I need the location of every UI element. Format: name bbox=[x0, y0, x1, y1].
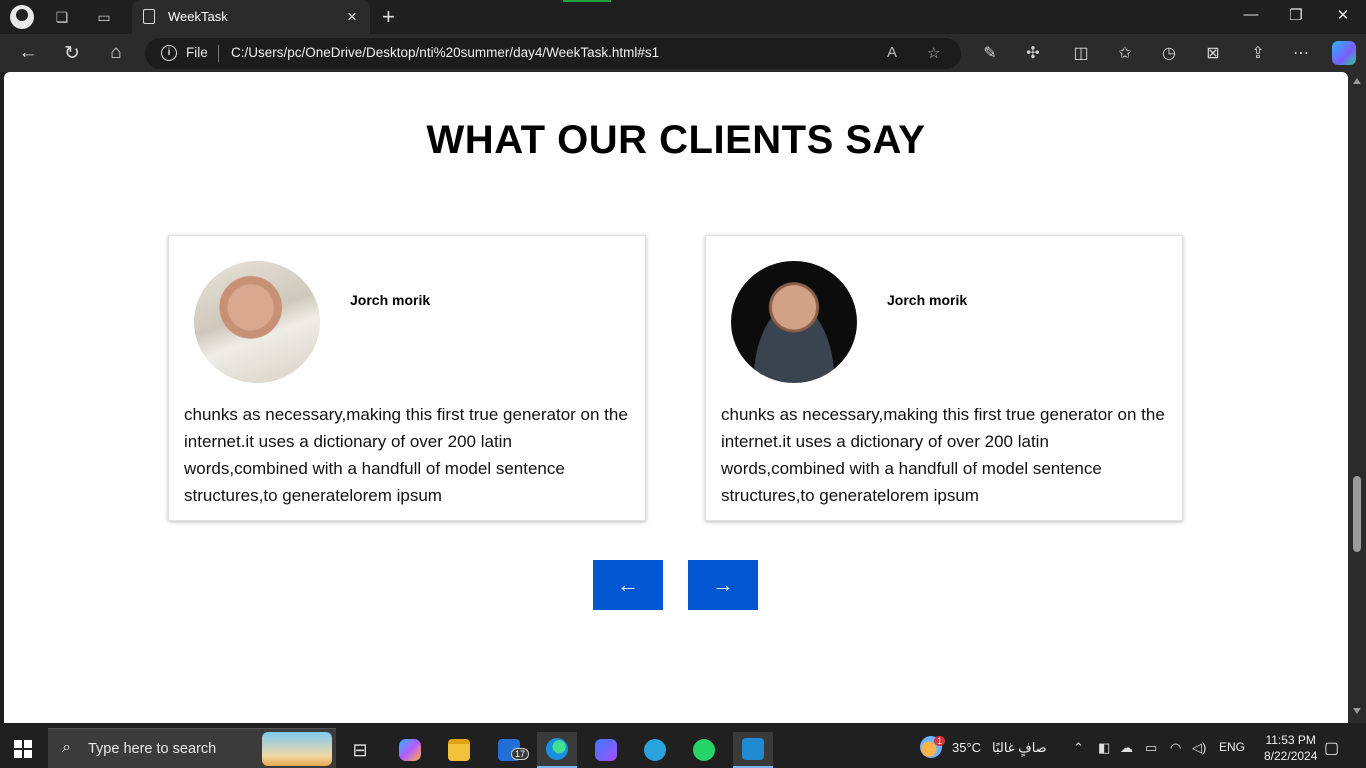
tab-indicator bbox=[563, 0, 611, 2]
language-indicator[interactable]: ENG bbox=[1219, 740, 1245, 754]
address-separator bbox=[218, 45, 219, 62]
client-name: Jorch morik bbox=[350, 292, 431, 308]
volume-icon[interactable]: ◁) bbox=[1192, 740, 1206, 756]
edge-icon[interactable] bbox=[537, 732, 577, 768]
notifications-icon[interactable]: ▢ bbox=[1324, 738, 1339, 758]
copilot-app-icon[interactable] bbox=[390, 732, 430, 768]
url-text[interactable]: C:/Users/pc/OneDrive/Desktop/nti%20summe… bbox=[231, 45, 659, 60]
tab-title: WeekTask bbox=[168, 9, 228, 24]
more-menu-icon[interactable]: ⋯ bbox=[1290, 42, 1312, 64]
testimonial-card: Jorch morik chunks as necessary,making t… bbox=[168, 235, 646, 521]
scroll-up-icon[interactable] bbox=[1353, 78, 1361, 84]
taskbar-search[interactable]: ⌕ Type here to search bbox=[48, 728, 336, 768]
favorites-icon[interactable]: ✩ bbox=[1114, 42, 1136, 64]
client-avatar bbox=[731, 261, 857, 383]
address-bar[interactable]: i File C:/Users/pc/OneDrive/Desktop/nti%… bbox=[145, 38, 961, 69]
onedrive-icon[interactable]: ☁ bbox=[1120, 740, 1133, 756]
close-window-button[interactable]: ✕ bbox=[1332, 6, 1354, 24]
tab-actions-icon[interactable]: ▭ bbox=[93, 6, 115, 28]
search-icon: ⌕ bbox=[62, 739, 71, 756]
telegram-icon[interactable] bbox=[635, 732, 675, 768]
next-button[interactable]: → bbox=[688, 560, 758, 610]
page-viewport: WHAT OUR CLIENTS SAY Jorch morik chunks … bbox=[4, 72, 1348, 723]
back-arrow-icon[interactable]: ← bbox=[16, 41, 40, 65]
whatsapp-icon[interactable] bbox=[684, 732, 724, 768]
tab-weektask[interactable]: WeekTask × bbox=[132, 0, 370, 34]
scroll-down-icon[interactable] bbox=[1353, 708, 1361, 714]
bing-app-icon[interactable] bbox=[586, 732, 626, 768]
meet-icon[interactable]: ◧ bbox=[1098, 740, 1110, 756]
testimonial-card: Jorch morik chunks as necessary,making t… bbox=[705, 235, 1183, 521]
restore-button[interactable]: ❐ bbox=[1285, 6, 1307, 24]
mail-badge: 17 bbox=[511, 748, 530, 760]
page-scrollbar[interactable] bbox=[1348, 72, 1366, 723]
temperature[interactable]: 35°C bbox=[952, 740, 981, 755]
browser-titlebar: ❏ ▭ WeekTask × + — ❐ ✕ bbox=[0, 0, 1366, 34]
scroll-thumb[interactable] bbox=[1353, 476, 1361, 552]
chevron-up-icon[interactable]: ⌃ bbox=[1073, 740, 1084, 756]
mail-icon[interactable]: 17 bbox=[489, 732, 530, 768]
new-tab-button[interactable]: + bbox=[382, 4, 395, 30]
scheme-label: File bbox=[186, 45, 208, 60]
profile-avatar[interactable] bbox=[10, 5, 34, 29]
clock[interactable]: 11:53 PM 8/22/2024 bbox=[1264, 732, 1317, 764]
weather-text[interactable]: صافٍ غالبًا bbox=[992, 740, 1047, 756]
start-button[interactable] bbox=[14, 740, 32, 758]
wifi-icon[interactable]: ◠ bbox=[1170, 740, 1181, 756]
clock-date: 8/22/2024 bbox=[1264, 749, 1318, 763]
battery-icon[interactable]: ▭ bbox=[1145, 740, 1157, 756]
history-icon[interactable]: ◷ bbox=[1158, 42, 1180, 64]
weather-badge: 1 bbox=[934, 736, 946, 746]
document-icon bbox=[143, 9, 155, 24]
vscode-icon[interactable] bbox=[733, 732, 773, 768]
workspaces-icon[interactable]: ❏ bbox=[51, 6, 73, 28]
split-screen-icon[interactable]: ◫ bbox=[1070, 42, 1092, 64]
browser-toolbar: ← ↻ ⌂ i File C:/Users/pc/OneDrive/Deskto… bbox=[0, 34, 1366, 72]
search-highlight-image[interactable] bbox=[262, 732, 332, 766]
info-icon[interactable]: i bbox=[161, 45, 177, 61]
home-icon[interactable]: ⌂ bbox=[104, 41, 128, 65]
testimonial-text: chunks as necessary,making this first tr… bbox=[721, 405, 1165, 505]
testimonial-text: chunks as necessary,making this first tr… bbox=[184, 405, 628, 505]
extensions-icon[interactable]: ✣ bbox=[1022, 42, 1044, 64]
screenshot-icon[interactable]: ⊠ bbox=[1202, 42, 1224, 64]
file-explorer-icon[interactable] bbox=[439, 732, 479, 768]
favorite-star-icon[interactable]: ☆ bbox=[927, 44, 940, 62]
client-name: Jorch morik bbox=[887, 292, 968, 308]
section-title: WHAT OUR CLIENTS SAY bbox=[426, 118, 926, 162]
refresh-icon[interactable]: ↻ bbox=[60, 41, 84, 65]
client-avatar bbox=[194, 261, 320, 383]
read-aloud-icon[interactable]: A bbox=[887, 44, 897, 61]
share-icon[interactable]: ⇪ bbox=[1247, 42, 1269, 64]
task-view-icon[interactable]: ⊟ bbox=[340, 732, 380, 768]
minimize-button[interactable]: — bbox=[1240, 6, 1262, 23]
close-tab-icon[interactable]: × bbox=[347, 7, 357, 27]
extension-pen-icon[interactable]: ✎ bbox=[979, 42, 1001, 64]
copilot-icon[interactable] bbox=[1332, 41, 1356, 65]
prev-button[interactable]: ← bbox=[593, 560, 663, 610]
search-input[interactable]: Type here to search bbox=[88, 741, 216, 757]
windows-taskbar: ⌕ Type here to search ⊟ 17 1 35°C صافٍ غ… bbox=[0, 728, 1366, 768]
clock-time: 11:53 PM bbox=[1265, 733, 1316, 747]
